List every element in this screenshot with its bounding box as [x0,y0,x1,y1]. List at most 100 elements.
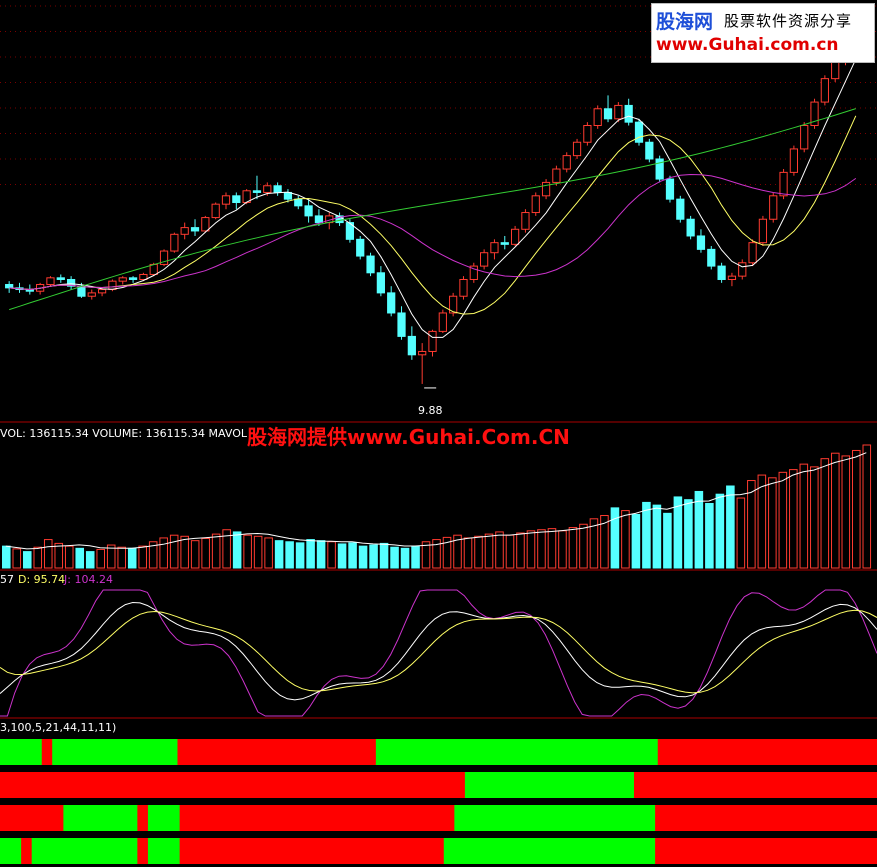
signal-cell [412,772,424,798]
signal-cell [264,772,276,798]
candle-body [541,181,551,197]
signal-cell [553,739,565,765]
signal-cell [147,805,160,831]
signal-cell [369,805,381,831]
kdj-d-line [0,609,877,694]
signal-cell [147,838,160,864]
volume-bar [127,547,137,569]
candle-body [686,218,695,237]
signal-cell [21,838,33,864]
signal-cell [390,772,403,798]
candle-body [118,277,127,282]
signal-cell [208,739,220,765]
signal-cell [369,838,381,864]
signal-cell [623,838,635,864]
volume-bar [526,530,536,569]
signal-cell [0,772,12,798]
signal-cell [264,838,276,864]
volume-bar [705,502,714,569]
signal-cell [116,805,128,831]
signal-cell [623,772,635,798]
signal-cell [549,838,561,864]
signal-cell [781,772,794,798]
signal-cell [179,838,191,864]
signal-cell [412,805,424,831]
signal-cell [655,805,667,831]
signal-cell [803,772,815,798]
signal-cell [198,739,210,765]
signal-cell [528,805,540,831]
signal-cell [517,805,529,831]
signal-cell [668,739,680,765]
volume-bar [484,533,494,569]
volume-bar [799,463,809,569]
signal-cell [856,739,868,765]
candle-body [252,190,262,193]
signal-cell [866,805,877,831]
candle-body [180,227,189,235]
volume-bar [96,548,106,569]
candle-body [201,217,210,232]
signal-cell [636,739,648,765]
signal-cell [538,772,551,798]
candle-body [263,185,272,193]
signal-cell [486,838,498,864]
signal-cell [232,805,244,831]
signal-cell [433,805,445,831]
signal-cell [42,805,54,831]
signal-cell [73,805,86,831]
candle-body [521,212,530,230]
signal-cell [63,805,75,831]
signal-cell [739,805,751,831]
signal-cell [644,805,656,831]
signal-cell [354,739,367,765]
signal-cell [0,838,12,864]
signal-cell [21,805,33,831]
watermark-slogan: 股票软件资源分享 [724,12,853,30]
candle-body [438,312,447,332]
signal-cell [793,739,805,765]
signal-cell [626,739,638,765]
signal-cell [454,772,466,798]
signal-cell [655,772,667,798]
volume-bar [862,444,872,569]
signal-cell [824,838,836,864]
signal-cell [396,739,408,765]
signal-cell [83,739,95,765]
signal-cell [116,838,128,864]
signal-cell [42,838,54,864]
signal-cell [459,739,471,765]
volume-bar [841,455,851,569]
signal-cell [417,739,429,765]
candle-body [738,262,747,277]
signal-cell [581,805,593,831]
signal-cell [126,838,138,864]
signal-cell [63,838,75,864]
signal-cell [306,838,318,864]
signal-cell [741,739,753,765]
candle-body [356,238,365,257]
signal-cell [824,739,836,765]
signal-cell [73,739,85,765]
candle-body [97,289,107,294]
signal-cell [866,739,877,765]
volume-bar [253,535,263,569]
signal-cell [676,838,688,864]
candle-body [748,242,757,264]
signal-cell [95,805,107,831]
volume-bar [631,513,641,569]
signal-cell [813,772,825,798]
candle-body [170,233,179,252]
signal-cell [380,838,392,864]
low-price-label: 9.88 [418,404,443,417]
signal-cell [443,805,455,831]
volume-bar [316,540,326,569]
volume-bar [22,551,32,569]
signal-cell [221,772,234,798]
signal-cell [433,772,445,798]
volume-bar [726,485,735,569]
signal-cell [612,838,625,864]
candle-body [387,292,396,314]
signal-cell [729,772,741,798]
signal-cell [10,805,22,831]
